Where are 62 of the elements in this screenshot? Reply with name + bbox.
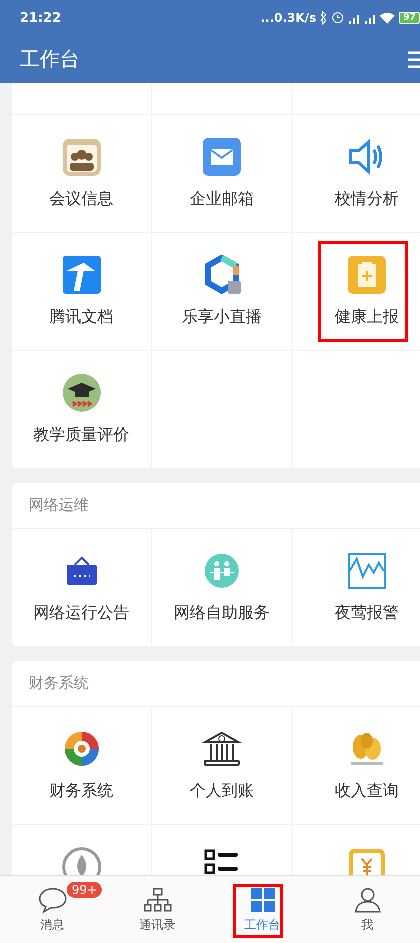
- document-icon: [62, 255, 102, 295]
- mail-icon: [202, 137, 242, 177]
- tab-label: 我: [362, 916, 374, 934]
- chat-bubble-icon: [38, 886, 68, 914]
- bank-icon: [202, 729, 242, 769]
- app-tile[interactable]: 校情分析: [293, 115, 420, 233]
- app-label: 校情分析: [335, 189, 399, 210]
- app-label: 教学质量评价: [34, 425, 130, 446]
- page-title: 工作台: [20, 46, 80, 73]
- app-tile[interactable]: 个人到账: [152, 707, 293, 825]
- app-tile[interactable]: 乐享小直播: [152, 233, 293, 351]
- hexagon-logo-icon: [202, 255, 242, 295]
- tab-label: 通讯录: [140, 916, 176, 934]
- app-label: 网络运行公告: [34, 603, 130, 624]
- app-label: 企业邮箱: [190, 189, 254, 210]
- person-icon: [354, 886, 382, 914]
- graduation-cap-icon: [62, 373, 102, 413]
- app-tile[interactable]: 会议信息: [12, 115, 152, 233]
- tab-item[interactable]: 工作台: [210, 876, 315, 943]
- app-label: 收入查询: [335, 781, 399, 802]
- app-tile[interactable]: 网络运行公告: [12, 529, 152, 647]
- app-tile[interactable]: 教学质量评价: [12, 351, 152, 469]
- app-label: 腾讯文档: [50, 307, 114, 328]
- app-tile[interactable]: 企业邮箱: [152, 115, 293, 233]
- section-title: 网络运维: [12, 483, 420, 529]
- app-label: 个人到账: [190, 781, 254, 802]
- menu-icon[interactable]: [408, 50, 420, 68]
- app-label: 乐享小直播: [182, 307, 262, 328]
- wifi-icon: [380, 12, 396, 24]
- alarm-icon: [332, 12, 344, 24]
- network-speed: ...0.3K/s: [260, 11, 316, 25]
- drop-icon: [62, 847, 102, 875]
- status-time: 21:22: [20, 10, 62, 26]
- tab-item[interactable]: 我: [315, 876, 420, 943]
- app-label: 夜莺报警: [335, 603, 399, 624]
- app-tile[interactable]: 腾讯文档: [12, 233, 152, 351]
- app-label: 财务系统: [50, 781, 114, 802]
- app-tile[interactable]: 健康上报: [293, 233, 420, 351]
- app-label: 网络自助服务: [174, 603, 270, 624]
- signal-icon: [364, 12, 376, 24]
- grid-icon: [248, 886, 276, 914]
- signal-icon: [348, 12, 360, 24]
- bluetooth-icon: [320, 11, 328, 25]
- unread-badge: 99+: [67, 882, 102, 898]
- tab-item[interactable]: 消息 99+: [0, 876, 105, 943]
- pulse-monitor-icon: [347, 551, 387, 591]
- battery-level: 97: [399, 12, 420, 24]
- meeting-icon: [62, 137, 102, 177]
- section-title: 财务系统: [12, 661, 420, 707]
- highlight-frame: [233, 884, 283, 938]
- clipboard-icon: [347, 255, 387, 295]
- app-tile[interactable]: 夜莺报警: [293, 529, 420, 647]
- app-label: 健康上报: [335, 307, 399, 328]
- tab-label: 工作台: [244, 916, 280, 934]
- tab-item[interactable]: 通讯录: [105, 876, 210, 943]
- app-tile[interactable]: 财务系统: [12, 707, 152, 825]
- tab-label: 消息: [40, 916, 64, 934]
- org-chart-icon: [142, 886, 172, 914]
- app-tile[interactable]: 收入查询: [293, 707, 420, 825]
- app-label: 会议信息: [50, 189, 114, 210]
- people-icon: [202, 551, 242, 591]
- app-tile[interactable]: 网络自助服务: [152, 529, 293, 647]
